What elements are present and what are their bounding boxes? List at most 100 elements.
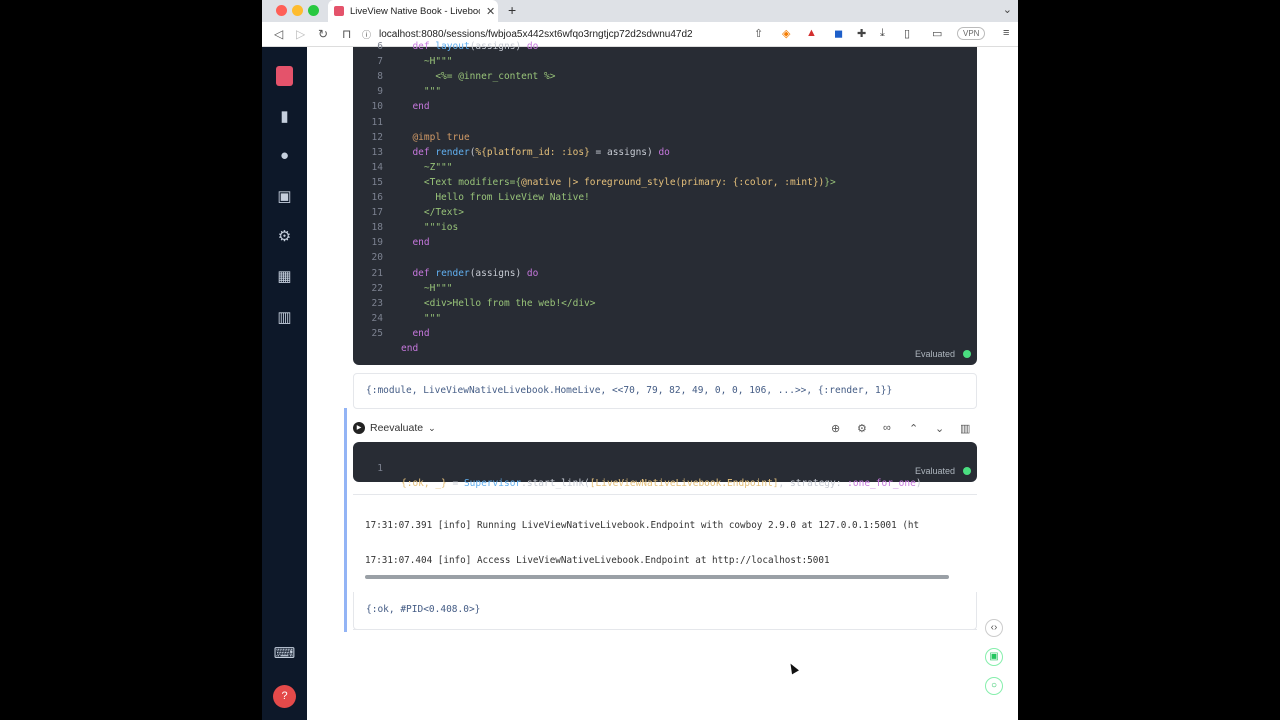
line-code: ~Z""" — [423, 161, 453, 173]
code-line: 14 ~Z""" — [353, 160, 977, 175]
cell-output-result: {:ok, #PID<0.408.0>} — [353, 592, 977, 630]
code-toggle-icon[interactable]: ‹› — [985, 619, 1003, 637]
code-line: 1 {:ok, _} = Supervisor.start_link([Live… — [353, 446, 977, 489]
link-icon[interactable]: ∞ — [883, 422, 891, 434]
line-number: 23 — [371, 297, 383, 309]
code-cell-bottom[interactable]: 1 {:ok, _} = Supervisor.start_link([Live… — [353, 442, 977, 489]
line-code: def render(assigns) do — [412, 267, 539, 279]
minimize-window-button[interactable] — [292, 5, 303, 16]
cell-focus-indicator — [344, 408, 347, 632]
users-icon[interactable]: ● — [262, 147, 307, 164]
runtime-status-icon[interactable]: ○ — [985, 677, 1003, 695]
reevaluate-button[interactable]: ▶ Reevaluate ⌄ — [353, 422, 436, 434]
close-tab-icon[interactable]: ✕ — [486, 5, 495, 18]
code-line: end — [353, 341, 977, 356]
livebook-logo-icon[interactable] — [276, 66, 293, 86]
line-number: 6 — [377, 41, 383, 52]
reevaluate-label: Reevaluate — [370, 422, 424, 434]
runtime-icon[interactable]: ⚙ — [262, 227, 307, 245]
mouse-cursor-icon — [787, 661, 799, 675]
line-number: 17 — [371, 207, 383, 219]
code-line: 7 ~H""" — [353, 54, 977, 69]
outline-icon[interactable]: ▮ — [262, 107, 307, 125]
secrets-lock-icon[interactable]: ▣ — [262, 187, 307, 205]
output-text: {:module, LiveViewNativeLivebook.HomeLiv… — [366, 385, 893, 396]
line-code: ~H""" — [423, 56, 453, 68]
code-line: 10 end — [353, 99, 977, 114]
line-number: 24 — [371, 312, 383, 324]
line-number: 21 — [371, 267, 383, 279]
line-code: end — [401, 343, 419, 354]
menu-icon[interactable]: ≡ — [1003, 27, 1009, 39]
line-number: 18 — [371, 222, 383, 234]
reload-icon[interactable]: ↻ — [318, 27, 328, 41]
tab-bar: LiveView Native Book - Livebook ✕ + ⌄ — [262, 0, 1018, 22]
line-code: """ios — [423, 222, 459, 234]
line-code: </Text> — [423, 207, 464, 219]
code-line: 13 def render(%{platform_id: :ios} = ass… — [353, 145, 977, 160]
line-number: 9 — [377, 86, 383, 98]
line-code: {:ok, _} = Supervisor.start_link([LiveVi… — [401, 478, 922, 489]
line-code: <Text modifiers={@native |> foreground_s… — [423, 176, 836, 188]
tab-title: LiveView Native Book - Livebook — [350, 5, 480, 17]
horizontal-scrollbar[interactable] — [365, 575, 949, 579]
save-icon[interactable]: ▣ — [985, 648, 1003, 666]
line-code: <div>Hello from the web!</div> — [423, 297, 596, 309]
code-line: 16 Hello from LiveView Native! — [353, 190, 977, 205]
line-number: 10 — [371, 101, 383, 113]
line-code: end — [412, 327, 430, 339]
zoom-icon[interactable]: ⊕ — [831, 422, 840, 435]
line-code: end — [412, 101, 430, 113]
line-number: 7 — [377, 56, 383, 68]
tab-list-chevron-icon[interactable]: ⌄ — [1003, 3, 1012, 16]
code-line: 17 </Text> — [353, 205, 977, 220]
chip-icon[interactable]: ▦ — [262, 267, 307, 285]
line-number: 14 — [371, 161, 383, 173]
code-line: 6 def layout(assigns) do — [353, 39, 977, 54]
help-icon[interactable]: ? — [273, 685, 296, 708]
notebook-main: 6 def layout(assigns) do 7 ~H""" 8 <%= @in… — [307, 41, 1018, 720]
new-tab-icon[interactable]: + — [508, 2, 516, 18]
delete-icon[interactable]: ▥ — [960, 422, 970, 435]
cell-toolbar: ▶ Reevaluate ⌄ ⊕ ⚙ ∞ ⌃ ⌄ ▥ — [353, 420, 977, 440]
livebook-favicon-icon — [334, 6, 344, 16]
brave-rewards-icon[interactable]: ▲ — [806, 27, 817, 39]
code-line: 18 """ios — [353, 220, 977, 235]
bin-icon[interactable]: ▥ — [262, 308, 307, 326]
code-line: 23 <div>Hello from the web!</div> — [353, 296, 977, 311]
evaluation-status: Evaluated — [915, 466, 972, 476]
line-code: """ — [423, 86, 442, 98]
line-number: 12 — [371, 131, 383, 143]
browser-tab[interactable]: LiveView Native Book - Livebook ✕ — [328, 0, 498, 22]
code-line: 20 — [353, 250, 977, 265]
line-code: def render(%{platform_id: :ios} = assign… — [412, 146, 670, 158]
line-code: ~H""" — [423, 282, 453, 294]
line-number: 8 — [377, 71, 383, 83]
move-up-icon[interactable]: ⌃ — [909, 422, 918, 435]
code-line: 19 end — [353, 235, 977, 250]
close-window-button[interactable] — [276, 5, 287, 16]
line-code: <%= @inner_content %> — [435, 71, 556, 83]
line-number: 11 — [371, 116, 383, 128]
move-down-icon[interactable]: ⌄ — [935, 422, 944, 435]
chevron-down-icon: ⌄ — [428, 422, 436, 433]
code-cell-top[interactable]: 6 def layout(assigns) do 7 ~H""" 8 <%= @in… — [353, 41, 977, 365]
output-text: {:ok, #PID<0.408.0>} — [366, 604, 481, 615]
line-code: """ — [423, 312, 442, 324]
log-line: 17:31:07.391 [info] Running LiveViewNati… — [365, 520, 920, 531]
line-number: 1 — [377, 463, 383, 474]
code-line: 11 — [353, 115, 977, 130]
line-code: Hello from LiveView Native! — [435, 192, 590, 203]
line-number: 15 — [371, 176, 383, 188]
code-line: 8 <%= @inner_content %> — [353, 69, 977, 84]
keyboard-shortcuts-icon[interactable]: ⌨ — [262, 644, 307, 662]
back-icon[interactable]: ◁ — [274, 27, 283, 41]
forward-icon[interactable]: ▷ — [296, 27, 305, 41]
code-line: 21 def render(assigns) do — [353, 266, 977, 281]
code-line: 24 """ — [353, 311, 977, 326]
maximize-window-button[interactable] — [308, 5, 319, 16]
line-number: 20 — [371, 252, 383, 264]
bookmark-icon[interactable]: ⊓ — [342, 27, 351, 41]
code-line: 15 <Text modifiers={@native |> foregroun… — [353, 175, 977, 190]
settings-gear-icon[interactable]: ⚙ — [857, 422, 867, 435]
